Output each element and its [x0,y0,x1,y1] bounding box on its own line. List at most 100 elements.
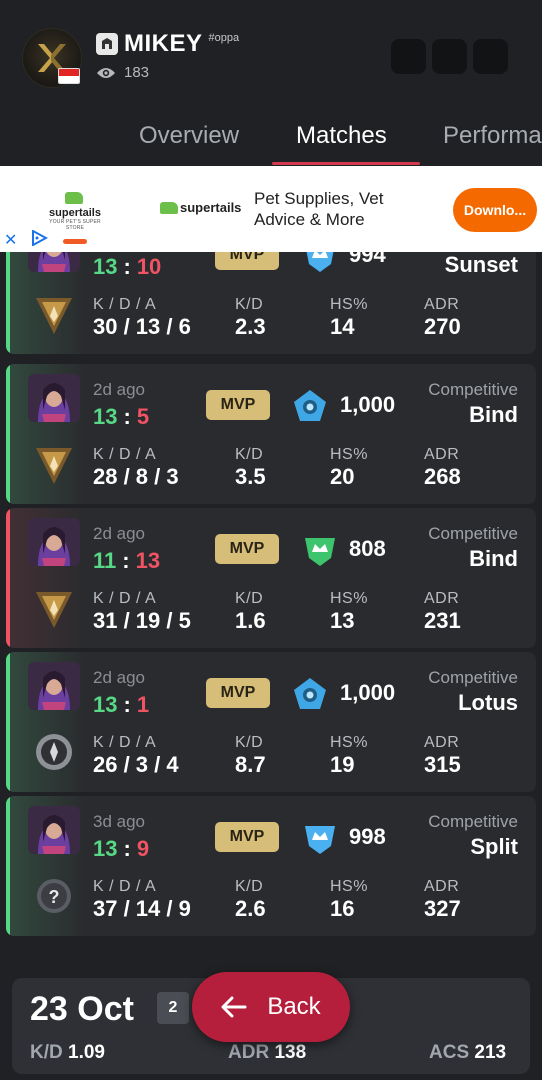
rank-icon [36,734,72,770]
match-mode: Competitive [428,812,518,831]
hs-label: HS% [330,590,368,607]
match-map: Bind [469,402,518,427]
summary-match-count: 2 [157,992,189,1024]
match-acs: 1,000 [340,680,396,705]
hs-value: 14 [330,314,355,339]
match-score: 13:10 [93,254,162,279]
summary-acs: ACS 213 [429,1042,507,1063]
adchoices-icon[interactable] [30,230,48,246]
ad-logo-secondary: supertails [160,200,241,215]
unranked-icon: ? [37,879,71,913]
match-card[interactable]: 2d ago 13:5 MVP 1,000 Competitive Bind K / D /… [6,364,536,504]
profile-tabs: Overview Matches Performa [0,118,542,166]
crown-badge-icon [305,826,335,854]
active-tab-indicator [272,162,420,165]
match-time-ago: 3d ago [93,812,145,831]
kda-value: 31 / 19 / 5 [93,608,191,633]
adr-value: 327 [424,896,461,921]
hs-value: 13 [330,608,355,633]
pentagon-badge-icon [294,678,326,709]
ad-download-button[interactable]: Downlo... [453,188,537,232]
match-card[interactable]: ? 3d ago 13:9 MVP 998 Competitive Split K / D /… [6,796,536,936]
dog-logo-icon [65,192,83,204]
adr-label: ADR [424,296,460,313]
adr-label: ADR [424,734,460,751]
back-button[interactable]: Back [192,972,350,1042]
match-acs: 998 [349,824,386,849]
kd-value: 1.6 [235,608,266,633]
hs-label: HS% [330,296,368,313]
kd-label: K/D [235,296,264,313]
rank-icon [36,592,72,628]
rank-icon [36,448,72,484]
dog-logo-icon [160,201,178,214]
kda-value: 26 / 3 / 4 [93,752,179,777]
kda-value: 30 / 13 / 6 [93,314,191,339]
adr-value: 231 [424,608,461,633]
tab-matches[interactable]: Matches [296,122,387,150]
crown-badge-icon [306,252,334,272]
match-time-ago: 2d ago [93,380,145,399]
ad-logo: supertails YOUR PET'S SUPER STORE [40,192,110,249]
hs-value: 16 [330,896,355,921]
adr-label: ADR [424,446,460,463]
kd-label: K/D [235,446,264,463]
adr-label: ADR [424,590,460,607]
mvp-badge: MVP [215,252,279,270]
hs-label: HS% [330,734,368,751]
match-time-ago: 2d ago [93,668,145,687]
eye-icon [97,67,115,78]
player-tag: #oppa [208,32,240,44]
kd-value: 3.5 [235,464,266,489]
ad-banner[interactable]: supertails YOUR PET'S SUPER STORE supert… [0,166,542,252]
match-card[interactable]: 2d ago 13:1 MVP 1,000 Competitive Lotus K / D … [6,652,536,792]
svg-text:?: ? [49,887,60,907]
header-actions [391,39,508,74]
rank-icon [36,298,72,334]
match-mode: Competitive [428,380,518,399]
views-value: 183 [124,64,150,81]
kd-label: K/D [235,590,264,607]
match-card[interactable]: 2d ago 11:13 MVP 808 Competitive Bind K / D / … [6,508,536,648]
match-score: 13:9 [93,836,150,861]
player-name: MIKEY [124,30,203,57]
header-action-button-1[interactable] [391,39,426,74]
match-list[interactable]: 2d ago 13:10 MVP 994 Competitive Sunset K / D … [0,252,542,952]
avatar[interactable] [22,28,82,88]
pentagon-badge-icon [294,390,326,421]
match-score: 13:5 [93,404,150,429]
kd-value: 2.6 [235,896,266,921]
close-icon[interactable]: ✕ [4,230,17,250]
kda-label: K / D / A [93,590,157,607]
header-action-button-2[interactable] [432,39,467,74]
tab-overview[interactable]: Overview [139,122,239,150]
match-acs: 994 [349,252,386,267]
kda-label: K / D / A [93,296,157,313]
match-map: Lotus [458,690,518,715]
kda-label: K / D / A [93,446,157,463]
agent-portrait [28,252,80,272]
adr-value: 268 [424,464,461,489]
match-card[interactable]: 2d ago13:10MVP994CompetitiveSunsetK / D … [6,252,536,354]
mvp-badge: MVP [215,822,279,852]
mvp-badge: MVP [206,390,270,420]
tab-performance[interactable]: Performa [443,122,542,150]
match-map: Bind [469,546,518,571]
hs-label: HS% [330,878,368,895]
kda-value: 28 / 8 / 3 [93,464,179,489]
agent-portrait [28,518,80,566]
match-time-ago: 2d ago [93,524,145,543]
adr-label: ADR [424,878,460,895]
views-count: 183 [96,64,149,81]
summary-adr: ADR 138 [228,1042,307,1063]
hs-value: 20 [330,464,355,489]
header-action-button-3[interactable] [473,39,508,74]
kd-label: K/D [235,734,264,751]
ad-headline: Pet Supplies, Vet Advice & More [254,189,384,229]
agent-portrait [28,806,80,854]
mvp-badge: MVP [215,534,279,564]
kd-label: K/D [235,878,264,895]
kda-label: K / D / A [93,734,157,751]
platform-icon [96,33,118,55]
adr-value: 315 [424,752,461,777]
